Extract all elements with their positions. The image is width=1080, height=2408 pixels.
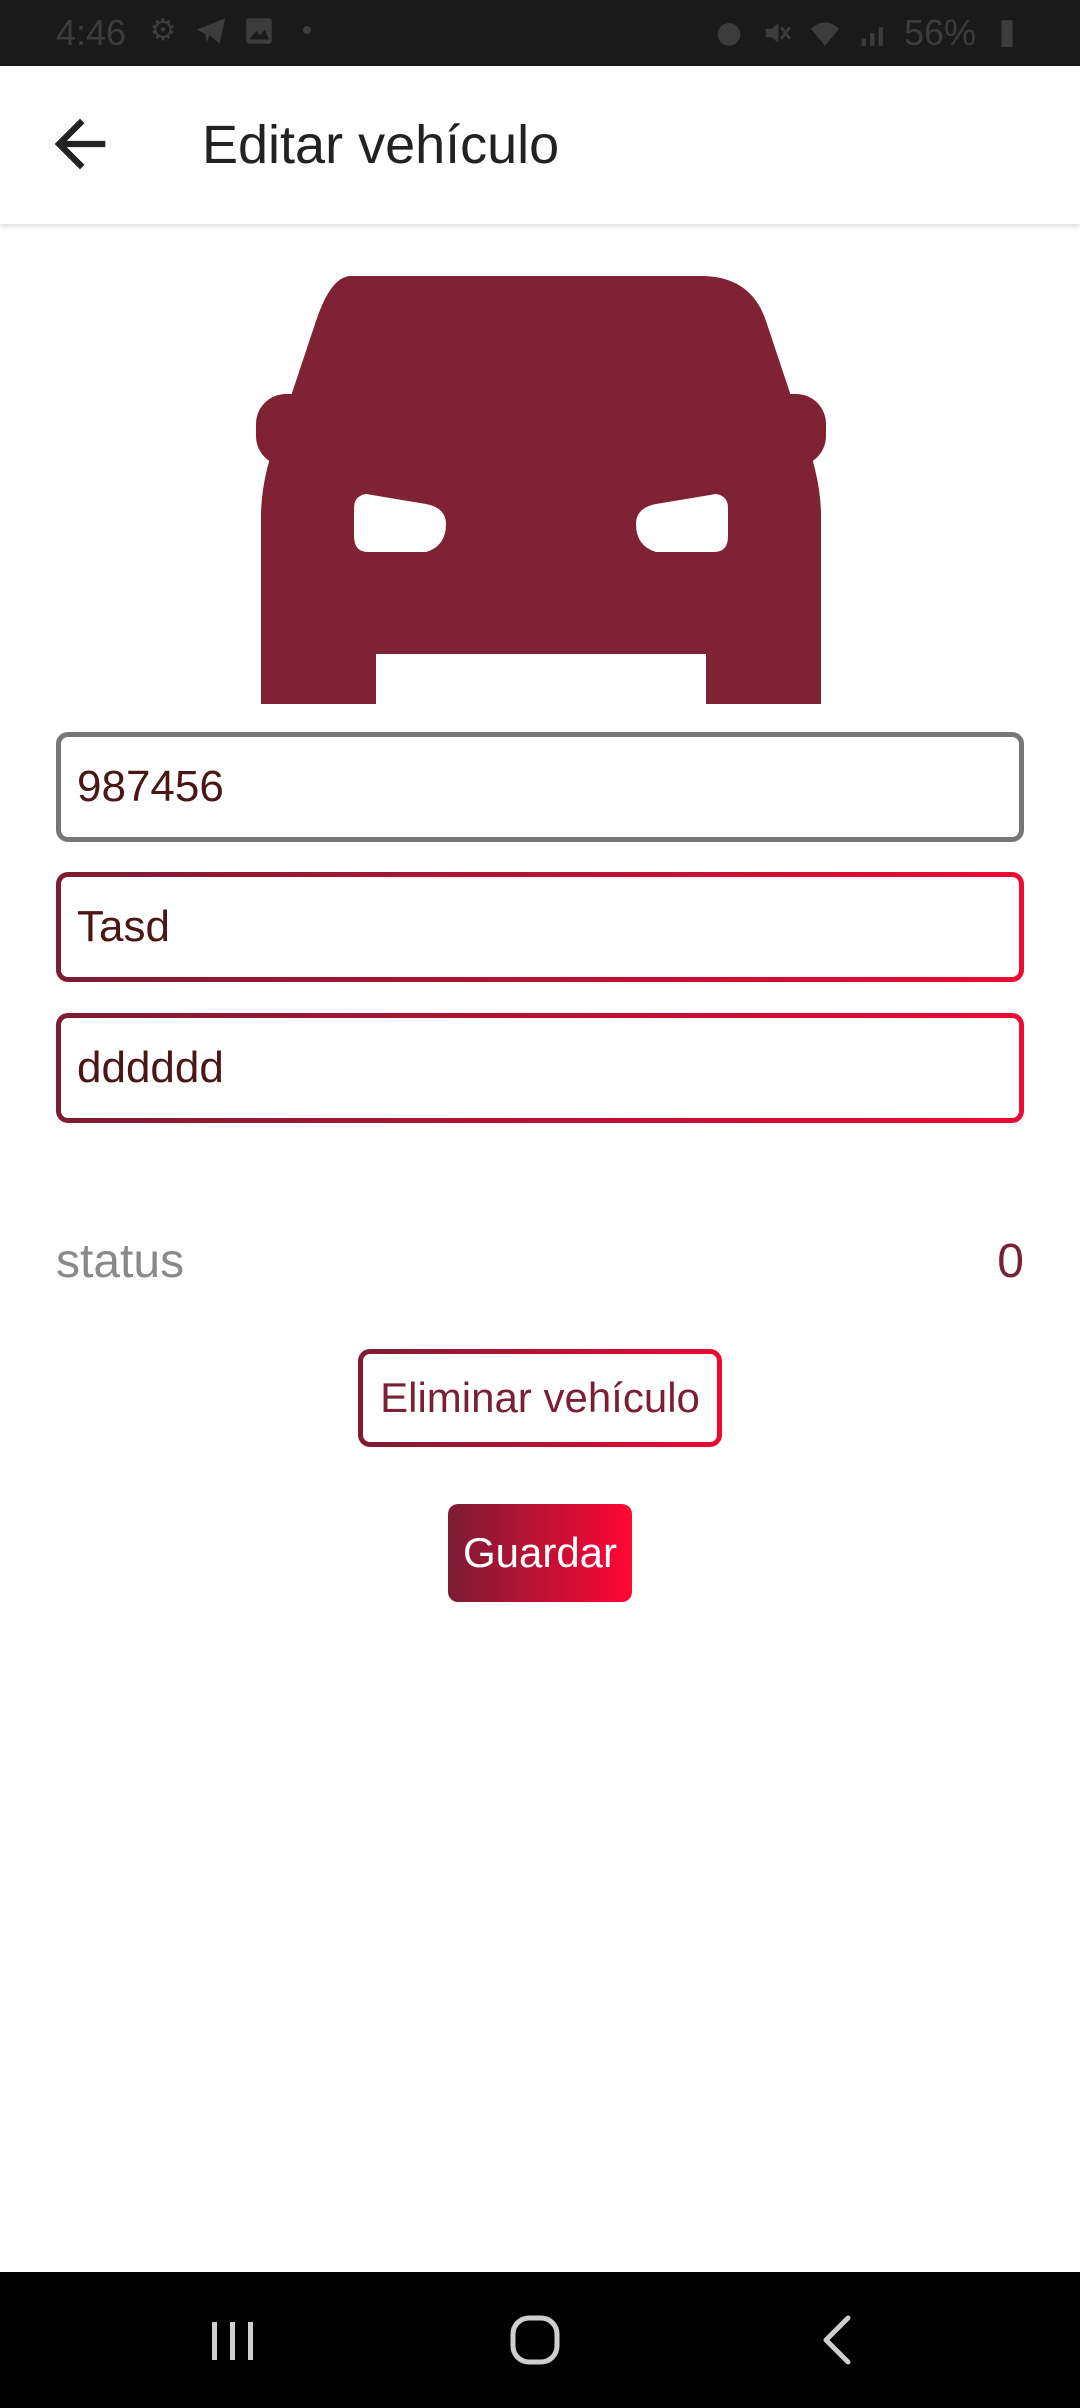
- telegram-icon: [194, 14, 228, 48]
- status-label: status: [56, 1235, 185, 1288]
- alarm-icon: [712, 16, 746, 50]
- dot-icon: •: [301, 14, 313, 47]
- home-icon: [510, 2315, 560, 2365]
- page-title: Editar vehículo: [202, 115, 560, 175]
- nav-back-icon: [823, 2315, 851, 2365]
- model-input[interactable]: [77, 1043, 1019, 1093]
- arrow-left-icon: [54, 118, 106, 170]
- status-time: 4:46: [56, 12, 127, 53]
- back-button[interactable]: [42, 106, 118, 182]
- settings-icon: ⚙: [149, 14, 177, 47]
- signal-icon: [856, 16, 890, 50]
- status-left-icons: ⚙ •: [146, 14, 324, 48]
- brand-field[interactable]: [56, 872, 1024, 982]
- brand-input[interactable]: [77, 902, 1019, 952]
- plate-input[interactable]: [77, 762, 1019, 812]
- app-bar: Editar vehículo: [0, 66, 1080, 224]
- battery-icon: [990, 16, 1024, 50]
- model-field[interactable]: [56, 1013, 1024, 1123]
- status-value: 0: [997, 1235, 1024, 1288]
- home-button[interactable]: [500, 2306, 570, 2374]
- vehicle-image: [256, 276, 826, 704]
- nav-back-button[interactable]: [808, 2308, 868, 2372]
- system-nav-bar: [0, 2272, 1080, 2408]
- plate-field[interactable]: [56, 732, 1024, 842]
- delete-vehicle-button[interactable]: Eliminar vehículo: [358, 1349, 722, 1447]
- gallery-icon: [242, 14, 276, 48]
- recents-button[interactable]: [198, 2310, 268, 2370]
- wifi-icon: [808, 16, 842, 50]
- battery-percent: 56%: [903, 12, 976, 53]
- status-bar: 4:46 ⚙ • 56%: [0, 0, 1080, 66]
- car-icon: [256, 276, 826, 704]
- status-right-icons: 56%: [712, 12, 1024, 54]
- mute-icon: [760, 16, 794, 50]
- recents-icon: [212, 2322, 253, 2360]
- save-button[interactable]: Guardar: [448, 1504, 632, 1602]
